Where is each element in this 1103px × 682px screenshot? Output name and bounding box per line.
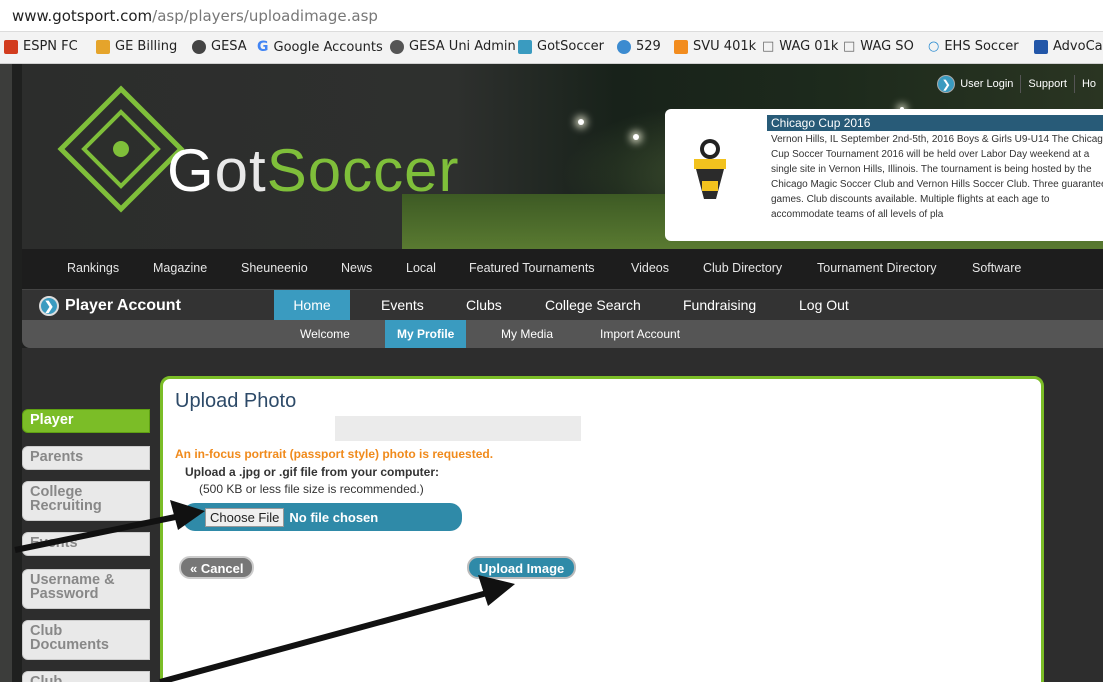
tab-fundraising[interactable]: Fundraising (683, 290, 756, 321)
bookmark-label: 529 (636, 39, 661, 54)
bookmark-advocare[interactable]: AdvoCa (1034, 39, 1103, 54)
nav-videos[interactable]: Videos (631, 261, 669, 275)
bookmark-label: EHS Soccer (944, 39, 1019, 54)
bookmark-svu-401k[interactable]: SVU 401k (674, 39, 756, 54)
ehs-icon: ○ (928, 39, 940, 54)
bookmark-label: SVU 401k (693, 39, 757, 54)
globe-icon (617, 39, 631, 54)
bookmark-google-accounts[interactable]: G Google Accounts (257, 39, 383, 55)
sidebar-item-player[interactable]: Player (22, 409, 150, 433)
bookmark-label: Google Accounts (273, 39, 383, 55)
ge-billing-icon (96, 39, 110, 54)
subtab-welcome[interactable]: Welcome (300, 327, 350, 341)
chevron-right-icon: ❯ (937, 75, 956, 93)
url-host: www.gotsport.com (12, 7, 153, 25)
bookmarks-bar: ESPN FC GE Billing GESA G Google Accounts… (0, 32, 1103, 64)
bookmark-gesa-uni-admin[interactable]: GESA Uni Admin (390, 39, 516, 54)
support-link[interactable]: Support (1020, 75, 1074, 93)
tab-clubs[interactable]: Clubs (466, 290, 502, 321)
upload-image-button[interactable]: Upload Image (467, 556, 577, 579)
nav-club-directory[interactable]: Club Directory (703, 261, 782, 275)
account-subnav: Welcome My Profile My Media Import Accou… (22, 320, 1103, 348)
cancel-button[interactable]: « Cancel (179, 556, 255, 579)
sidebar-item-parents[interactable]: Parents (22, 446, 150, 470)
header-banner: GotSoccer ❯ User Login Support Ho Chicago… (22, 64, 1103, 249)
nav-featured-tournaments[interactable]: Featured Tournaments (469, 261, 595, 275)
sidebar-item-college-recruiting[interactable]: College Recruiting (22, 481, 150, 521)
bookmark-label: ESPN FC (23, 39, 78, 54)
gesa-icon (192, 39, 206, 54)
bookmark-wag-01k[interactable]: □ WAG 01k (762, 39, 838, 54)
gotsoccer-wordmark[interactable]: GotSoccer (167, 136, 459, 205)
bookmark-gotsoccer[interactable]: GotSoccer (518, 39, 604, 54)
file-size-note: (500 KB or less file size is recommended… (199, 482, 424, 496)
sidebar-item-events[interactable]: Events (22, 532, 150, 556)
main-nav: Rankings Magazine Sheuneenio News Local … (22, 249, 1103, 289)
tab-college-search[interactable]: College Search (545, 290, 641, 321)
photo-requirement-note: An in-focus portrait (passport style) ph… (175, 447, 494, 461)
promo-title[interactable]: Chicago Cup 2016 (767, 115, 1103, 131)
bookmark-label: WAG 01k (779, 39, 839, 54)
bookmark-gesa[interactable]: GESA (192, 39, 247, 54)
url-path: /asp/players/uploadimage.asp (152, 7, 378, 25)
bookmark-label: AdvoCa (1053, 39, 1103, 54)
espn-fc-icon (4, 39, 18, 54)
chicago-cup-badge-icon (694, 139, 726, 199)
promo-description: Vernon Hills, IL September 2nd-5th, 2016… (771, 134, 1103, 220)
home-link[interactable]: Ho (1073, 75, 1103, 93)
address-bar[interactable]: www.gotsport.com/asp/players/uploadimage… (0, 0, 1103, 32)
sidebar-item-club[interactable]: Club (22, 671, 150, 682)
nav-magazine[interactable]: Magazine (153, 261, 207, 275)
bookmark-label: GE Billing (115, 39, 178, 54)
tab-home[interactable]: Home (274, 290, 350, 321)
nav-news[interactable]: News (341, 261, 372, 275)
nav-rankings[interactable]: Rankings (67, 261, 119, 275)
heading-underline (163, 416, 581, 441)
chevron-right-icon: ❯ (39, 296, 59, 316)
svu-icon (674, 39, 688, 54)
bookmark-label: WAG SO (860, 39, 914, 54)
page-icon: □ (762, 39, 775, 54)
advocare-icon (1034, 39, 1048, 54)
file-status: No file chosen (289, 509, 379, 525)
player-account-title: ❯ Player Account (39, 296, 181, 316)
upload-photo-panel: Upload Photo An in-focus portrait (passp… (160, 376, 1044, 682)
subtab-my-profile[interactable]: My Profile (385, 320, 467, 348)
bookmark-ge-billing[interactable]: GE Billing (96, 39, 177, 54)
gotsoccer-icon (518, 39, 532, 54)
upload-heading: Upload Photo (175, 390, 297, 412)
bookmark-529[interactable]: 529 (617, 39, 661, 54)
bookmark-label: GESA (211, 39, 247, 54)
nav-tournament-directory[interactable]: Tournament Directory (817, 261, 937, 275)
upload-instruction: Upload a .jpg or .gif file from your com… (185, 465, 440, 479)
sidebar-item-username-password[interactable]: Username & Password (22, 569, 150, 609)
subtab-my-media[interactable]: My Media (501, 327, 553, 341)
file-input[interactable]: Choose File No file chosen (183, 503, 462, 531)
nav-sheuneenio[interactable]: Sheuneenio (241, 261, 308, 275)
bookmark-ehs-soccer[interactable]: ○ EHS Soccer (928, 39, 1019, 54)
user-login-link[interactable]: ❯ User Login (930, 72, 1020, 96)
nav-local[interactable]: Local (406, 261, 436, 275)
tab-log-out[interactable]: Log Out (799, 290, 849, 321)
bookmark-espn-fc[interactable]: ESPN FC (4, 39, 78, 54)
outer-frame (0, 0, 12, 682)
bookmark-label: GotSoccer (537, 39, 604, 54)
subtab-import-account[interactable]: Import Account (600, 327, 680, 341)
tab-events[interactable]: Events (381, 290, 424, 321)
sidebar-item-club-documents[interactable]: Club Documents (22, 620, 150, 660)
bookmark-label: GESA Uni Admin (409, 39, 516, 54)
promo-card[interactable]: Chicago Cup 2016 Vernon Hills, IL Septem… (665, 109, 1103, 241)
bookmark-wag-so[interactable]: □ WAG SO (843, 39, 914, 54)
google-icon: G (257, 39, 269, 55)
url-text: www.gotsport.com/asp/players/uploadimage… (12, 7, 378, 25)
page-icon: □ (843, 39, 856, 54)
nav-software[interactable]: Software (972, 261, 1021, 275)
choose-file-button[interactable]: Choose File (205, 507, 285, 527)
top-links: ❯ User Login Support Ho (930, 72, 1103, 96)
account-nav: ❯ Player Account Home Events Clubs Colleg… (22, 289, 1103, 321)
soccer-ball-icon (390, 39, 404, 54)
